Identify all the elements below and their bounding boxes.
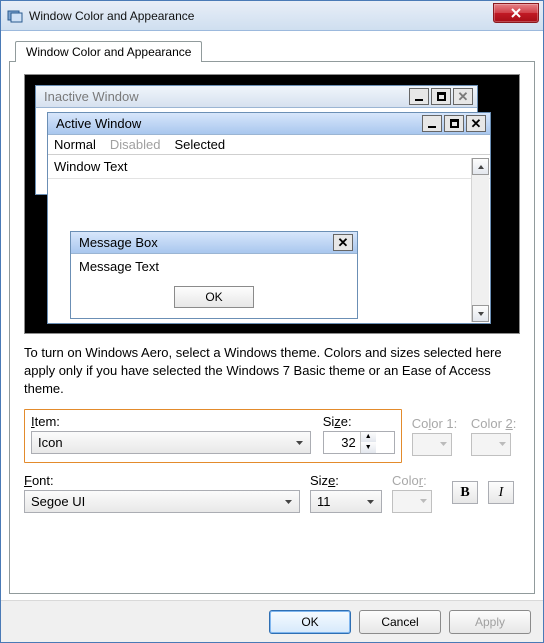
minimize-icon[interactable] — [409, 88, 429, 105]
inactive-window-buttons: ✕ — [407, 88, 473, 105]
item-highlight: Item: Icon Size: ▲ ▼ — [24, 409, 402, 463]
tab-label: Window Color and Appearance — [26, 45, 191, 59]
bold-button[interactable]: B — [452, 481, 478, 504]
italic-button[interactable]: I — [488, 481, 514, 504]
active-window-titlebar: Active Window ✕ — [48, 113, 490, 135]
close-button[interactable] — [493, 3, 539, 23]
chevron-down-icon — [419, 494, 428, 508]
app-icon — [7, 8, 23, 24]
item-combo[interactable]: Icon — [31, 431, 311, 454]
titlebar: Window Color and Appearance — [1, 1, 543, 31]
font-size-label: Size: — [310, 473, 382, 488]
chevron-down-icon — [280, 491, 297, 512]
window-title: Window Color and Appearance — [29, 9, 194, 23]
spin-up-icon[interactable]: ▲ — [361, 432, 376, 443]
scroll-up-icon[interactable] — [472, 158, 489, 175]
active-window-title: Active Window — [56, 116, 141, 131]
item-size-input[interactable] — [324, 432, 360, 453]
color1-label: Color 1: — [412, 416, 461, 431]
font-size-combo[interactable]: 11 — [310, 490, 382, 513]
scroll-down-icon[interactable] — [472, 305, 489, 322]
item-row: Item: Icon Size: ▲ ▼ — [24, 409, 520, 463]
dialog-body: Window Color and Appearance Inactive Win… — [1, 31, 543, 600]
font-color-combo — [392, 490, 432, 513]
close-icon[interactable]: ✕ — [333, 234, 353, 251]
bold-label: B — [460, 485, 469, 501]
inactive-window-title: Inactive Window — [44, 89, 139, 104]
close-icon — [510, 8, 522, 18]
description-text: To turn on Windows Aero, select a Window… — [24, 344, 520, 399]
cancel-label: Cancel — [381, 615, 418, 629]
inactive-window-titlebar: Inactive Window ✕ — [36, 86, 477, 108]
ok-label: OK — [301, 615, 318, 629]
preview-menubar: Normal Disabled Selected — [48, 135, 490, 155]
preview-window-text: Window Text — [48, 155, 490, 179]
font-color-label: Color: — [392, 473, 442, 488]
item-value: Icon — [38, 435, 63, 450]
message-box-titlebar: Message Box ✕ — [71, 232, 357, 254]
ok-label: OK — [205, 290, 222, 304]
menu-disabled: Disabled — [110, 137, 161, 152]
dialog-footer: OK Cancel Apply — [1, 600, 543, 642]
item-label: Item: — [31, 414, 311, 429]
close-icon[interactable]: ✕ — [466, 115, 486, 132]
spin-down-icon[interactable]: ▼ — [361, 442, 376, 453]
chevron-down-icon — [498, 437, 507, 451]
color2-label: Color 2: — [471, 416, 520, 431]
font-value: Segoe UI — [31, 494, 85, 509]
tab-appearance[interactable]: Window Color and Appearance — [15, 41, 202, 62]
font-size-value: 11 — [317, 494, 331, 509]
chevron-down-icon — [291, 432, 308, 453]
ok-button[interactable]: OK — [269, 610, 351, 634]
item-size-spinner[interactable]: ▲ ▼ — [323, 431, 395, 454]
minimize-icon[interactable] — [422, 115, 442, 132]
maximize-icon[interactable] — [444, 115, 464, 132]
item-size-label: Size: — [323, 414, 395, 429]
font-combo[interactable]: Segoe UI — [24, 490, 300, 513]
color1-combo — [412, 433, 452, 456]
menu-selected[interactable]: Selected — [175, 137, 226, 152]
close-icon[interactable]: ✕ — [453, 88, 473, 105]
font-row: Font: Segoe UI Size: 11 Color: — [24, 473, 520, 513]
tab-pane: Inactive Window ✕ Active Window — [9, 61, 535, 594]
apply-label: Apply — [475, 615, 505, 629]
chevron-down-icon — [439, 437, 448, 451]
cancel-button[interactable]: Cancel — [359, 610, 441, 634]
message-box-ok-button[interactable]: OK — [174, 286, 254, 308]
preview-active-window[interactable]: Active Window ✕ Normal Disabled Selected… — [47, 112, 491, 324]
italic-label: I — [499, 485, 504, 501]
font-label: Font: — [24, 473, 300, 488]
maximize-icon[interactable] — [431, 88, 451, 105]
preview-message-box[interactable]: Message Box ✕ Message Text OK — [70, 231, 358, 319]
dialog-window: Window Color and Appearance Window Color… — [0, 0, 544, 643]
preview-area: Inactive Window ✕ Active Window — [24, 74, 520, 334]
apply-button[interactable]: Apply — [449, 610, 531, 634]
preview-scrollbar[interactable] — [471, 158, 489, 322]
chevron-down-icon — [362, 491, 379, 512]
menu-normal[interactable]: Normal — [54, 137, 96, 152]
message-box-text: Message Text — [71, 254, 357, 284]
message-box-title: Message Box — [79, 235, 158, 250]
tab-row: Window Color and Appearance — [9, 37, 535, 61]
color2-combo — [471, 433, 511, 456]
active-window-buttons: ✕ — [420, 115, 486, 132]
